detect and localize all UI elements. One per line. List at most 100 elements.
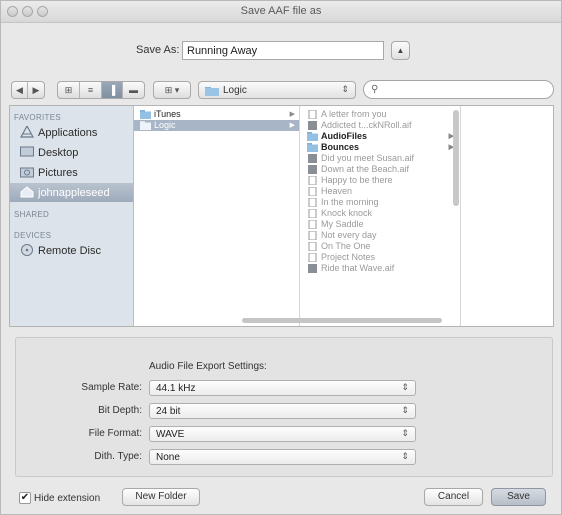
- applications-icon: [20, 126, 34, 138]
- sample-rate-label: Sample Rate:: [81, 382, 142, 393]
- column-view-button[interactable]: ▐: [102, 82, 123, 98]
- document-icon: [308, 231, 317, 240]
- save-button[interactable]: Save: [491, 488, 546, 506]
- dith-type-label: Dith. Type:: [94, 451, 142, 462]
- sidebar-item-label: Desktop: [38, 147, 79, 159]
- folder-icon: [140, 121, 151, 130]
- document-icon: [308, 242, 317, 251]
- file-format-value: WAVE: [156, 429, 185, 440]
- list-item-label: In the morning: [321, 197, 379, 207]
- list-item-label: Did you meet Susan.aif: [321, 153, 415, 163]
- search-field[interactable]: ⚲: [363, 80, 554, 99]
- sidebar-header-shared: SHARED: [14, 210, 50, 219]
- disc-icon: [21, 244, 33, 256]
- list-item-label: A letter from you: [321, 109, 387, 119]
- list-item-label: On The One: [321, 241, 371, 251]
- bit-depth-label: Bit Depth:: [98, 405, 142, 416]
- sidebar-item-label: Applications: [38, 127, 98, 139]
- list-item[interactable]: In the morning: [301, 197, 460, 208]
- file-format-popup[interactable]: WAVE ⇕: [149, 426, 416, 442]
- list-item-label: My Saddle: [321, 219, 364, 229]
- dith-type-popup[interactable]: None ⇕: [149, 449, 416, 465]
- list-item[interactable]: Ride that Wave.aif: [301, 263, 460, 274]
- document-icon: [308, 209, 317, 218]
- coverflow-view-button[interactable]: ▬: [123, 82, 144, 98]
- list-item[interactable]: Knock knock: [301, 208, 460, 219]
- list-item-label: Happy to be there: [321, 175, 393, 185]
- save-as-field[interactable]: [182, 41, 384, 60]
- location-popup[interactable]: Logic ⇕: [198, 81, 356, 99]
- desktop-icon: [20, 146, 34, 157]
- list-item[interactable]: Down at the Beach.aif: [301, 164, 460, 175]
- sidebar-item-home[interactable]: johnappleseed: [10, 183, 133, 202]
- list-item-label: Project Notes: [321, 252, 376, 262]
- pictures-icon: [20, 167, 34, 178]
- folder-icon: [307, 132, 318, 141]
- list-item-label: Not every day: [321, 230, 377, 240]
- vertical-scrollbar[interactable]: [453, 110, 459, 206]
- hide-extension-label: Hide extension: [34, 493, 101, 504]
- chevron-right-icon: ▶: [289, 111, 295, 118]
- folder-icon: [140, 110, 151, 119]
- list-item[interactable]: Did you meet Susan.aif: [301, 153, 460, 164]
- cancel-button[interactable]: Cancel: [424, 488, 483, 506]
- view-mode-control: ⊞ ≡ ▐ ▬: [57, 81, 145, 99]
- sidebar: FAVORITES Applications Desktop Pictures …: [10, 106, 134, 326]
- list-item[interactable]: On The One: [301, 241, 460, 252]
- file-browser: FAVORITES Applications Desktop Pictures …: [9, 105, 554, 327]
- horizontal-scrollbar[interactable]: [242, 318, 442, 323]
- list-item[interactable]: Addicted t...ckNRoll.aif: [301, 120, 460, 131]
- folder-icon: [205, 87, 219, 96]
- icon-view-button[interactable]: ⊞: [58, 82, 80, 98]
- back-button[interactable]: ◀: [12, 82, 28, 98]
- list-item[interactable]: My Saddle: [301, 219, 460, 230]
- arrange-button[interactable]: ⊞ ▾: [154, 82, 190, 98]
- list-view-button[interactable]: ≡: [80, 82, 102, 98]
- sidebar-item-label: johnappleseed: [38, 187, 110, 199]
- chevron-right-icon: ▶: [289, 122, 295, 129]
- new-folder-button[interactable]: New Folder: [122, 488, 200, 506]
- audio-file-icon: [308, 264, 317, 273]
- sidebar-item-desktop[interactable]: Desktop: [10, 143, 133, 162]
- sidebar-item-pictures[interactable]: Pictures: [10, 163, 133, 182]
- list-item-label: iTunes: [154, 109, 181, 119]
- hide-extension-checkbox[interactable]: ✔: [19, 492, 31, 504]
- file-format-label: File Format:: [88, 428, 142, 439]
- forward-button[interactable]: ▶: [28, 82, 44, 98]
- browser-column-2: A letter from you Addicted t...ckNRoll.a…: [301, 106, 461, 326]
- list-item-bounces[interactable]: Bounces ▶: [301, 142, 460, 153]
- sidebar-item-label: Pictures: [38, 167, 78, 179]
- back-forward-control: ◀ ▶: [11, 81, 45, 99]
- list-item-label: Ride that Wave.aif: [321, 263, 395, 273]
- save-dialog: Save AAF file as Save As: ▲ ◀ ▶ ⊞ ≡ ▐ ▬ …: [0, 0, 562, 515]
- collapse-dialog-button[interactable]: ▲: [391, 41, 410, 60]
- list-item-itunes[interactable]: iTunes ▶: [134, 109, 299, 120]
- dith-type-value: None: [156, 452, 180, 463]
- bit-depth-value: 24 bit: [156, 406, 181, 417]
- audio-file-icon: [308, 154, 317, 163]
- updown-arrows-icon: ⇕: [341, 84, 349, 94]
- audio-file-icon: [308, 165, 317, 174]
- sidebar-item-remote-disc[interactable]: Remote Disc: [10, 241, 133, 260]
- location-label: Logic: [223, 85, 247, 96]
- list-item-logic[interactable]: Logic ▶: [134, 120, 299, 131]
- document-icon: [308, 187, 317, 196]
- list-item-label: Addicted t...ckNRoll.aif: [321, 120, 412, 130]
- document-icon: [308, 176, 317, 185]
- updown-arrows-icon: ⇕: [401, 405, 409, 415]
- list-item[interactable]: Project Notes: [301, 252, 460, 263]
- document-icon: [308, 253, 317, 262]
- sidebar-item-applications[interactable]: Applications: [10, 123, 133, 142]
- sidebar-header-favorites: FAVORITES: [14, 113, 62, 122]
- list-item-label: Logic: [154, 120, 176, 130]
- list-item[interactable]: Happy to be there: [301, 175, 460, 186]
- list-item[interactable]: Not every day: [301, 230, 460, 241]
- save-as-label: Save As:: [136, 44, 180, 56]
- list-item-audiofiles[interactable]: AudioFiles ▶: [301, 131, 460, 142]
- sample-rate-popup[interactable]: 44.1 kHz ⇕: [149, 380, 416, 396]
- list-item[interactable]: A letter from you: [301, 109, 460, 120]
- updown-arrows-icon: ⇕: [401, 382, 409, 392]
- bit-depth-popup[interactable]: 24 bit ⇕: [149, 403, 416, 419]
- list-item-label: AudioFiles: [321, 131, 368, 141]
- list-item[interactable]: Heaven: [301, 186, 460, 197]
